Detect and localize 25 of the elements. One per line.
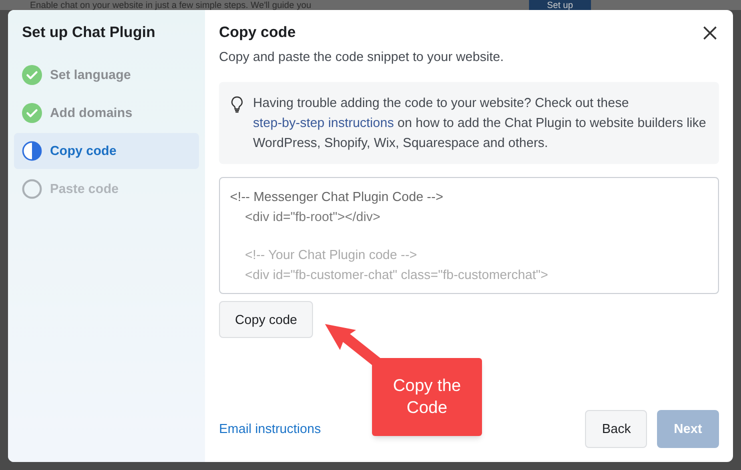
step-item[interactable]: Copy code [14,132,199,168]
check-circle-icon [22,102,42,122]
code-line: <!-- Your Chat Plugin code --> [245,247,417,262]
half-circle-icon [22,140,42,160]
callout-box: Copy the Code [372,358,482,436]
lightbulb-icon [231,96,243,113]
setup-button[interactable]: Set up [528,0,591,10]
instructions-link[interactable]: step-by-step instructions [253,115,394,130]
code-line: <div id="fb-customer-chat" class="fb-customerchat"> [245,267,548,282]
copy-code-button[interactable]: Copy code [219,301,314,338]
dialog-subtitle: Copy and paste the code snippet to your website. [219,48,504,66]
code-field[interactable]: <!-- Messenger Chat Plugin Code --> <div id="fb-root"></div> <!-- Your Chat Plugin code --> <div id="fb-customer-chat" class="fb-customerchat"> [219,177,719,294]
backdrop-text: Enable chat on your website in just a few simple steps. We'll guide you [30,0,312,10]
dialog-title: Copy code [219,23,297,43]
email-instructions-link[interactable]: Email instructions [219,419,321,439]
back-button[interactable]: Back [585,410,647,448]
code-line: <div id="fb-root"></div> [245,209,380,224]
empty-circle-icon [22,178,42,198]
check-circle-icon [22,64,42,84]
step-item[interactable]: Set language [14,56,199,92]
sidebar-title: Set up Chat Plugin [21,23,156,43]
step-item[interactable]: Add domains [14,94,199,130]
code-line: <!-- Messenger Chat Plugin Code --> [230,189,444,204]
close-icon[interactable] [703,26,717,40]
tip-text: Having trouble adding the code to your website? Check out these step-by-step instructions on how to add the Chat Plugin to website builders like WordPress, Shopify, Wix, Squarespace and others. [253,94,707,152]
